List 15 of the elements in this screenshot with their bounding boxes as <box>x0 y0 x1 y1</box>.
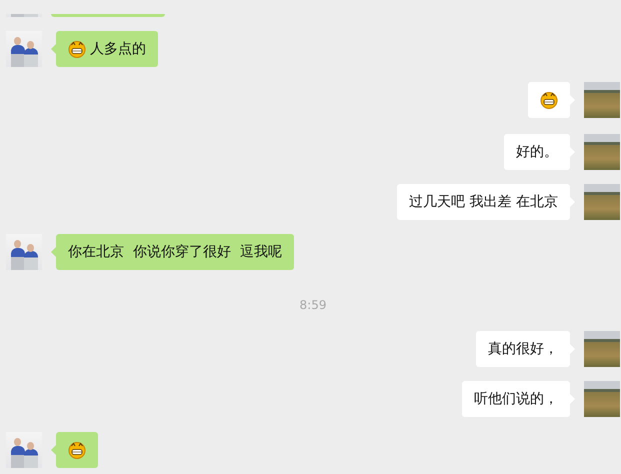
message-text: 听他们说的， <box>474 390 558 408</box>
avatar-photo <box>584 331 620 367</box>
avatar-photo <box>584 184 620 220</box>
avatar-photo <box>584 381 620 417</box>
avatar-photo <box>6 31 42 67</box>
message-text: 你在北京 你说你穿了很好 逗我呢 <box>68 243 282 261</box>
avatar-photo <box>584 134 620 170</box>
avatar-photo <box>6 234 42 270</box>
message-text: 人多点的 <box>90 40 146 58</box>
timestamp: 8:59 <box>300 298 326 312</box>
avatar-photo <box>6 432 42 468</box>
message-text: 真的很好， <box>488 340 558 358</box>
avatar-photo <box>584 82 620 118</box>
message-text: 过几天吧 我出差 在北京 <box>409 193 558 211</box>
message-text: 好的。 <box>516 143 558 161</box>
